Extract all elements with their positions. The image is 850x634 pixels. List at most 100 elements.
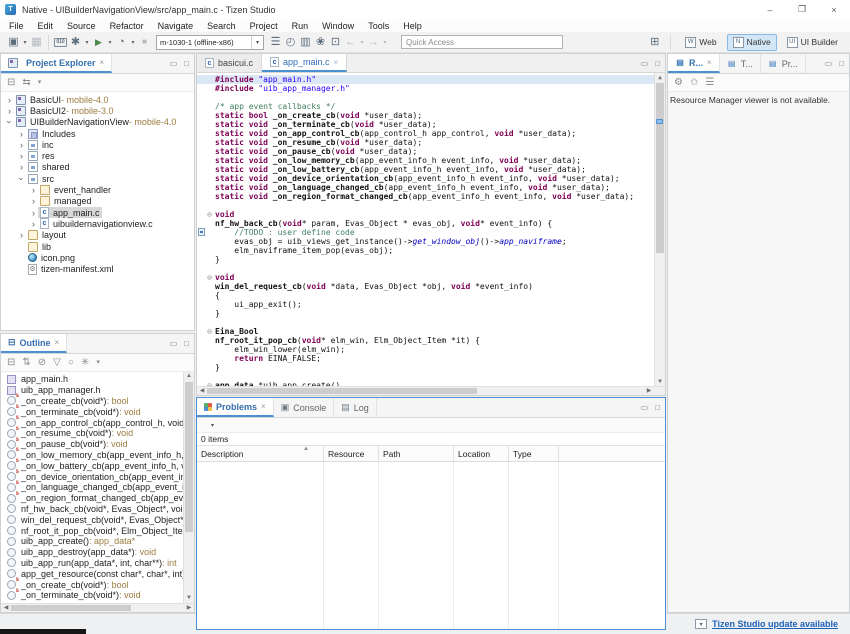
tree-item[interactable]: icon.png [1,252,194,263]
tab-console[interactable]: ▣Console [274,398,335,417]
expand-arrow-icon[interactable]: › [17,230,26,240]
minimize-panel-icon[interactable]: ▭ [170,59,178,68]
minimize-panel-icon[interactable]: ▭ [825,59,833,68]
tab-problems[interactable]: Problems× [197,398,274,417]
outline-item[interactable]: _on_language_changed_cb(app_event_info_h… [1,482,194,493]
close-tab-icon[interactable]: × [707,58,712,67]
code-editor[interactable]: #include "app_main.h"#include "uib_app_m… [197,73,665,386]
emulator-manager-button[interactable]: ☰ [268,34,283,51]
restore-window-icon[interactable]: ❐ [786,0,818,19]
outline-item[interactable]: win_del_request_cb(void*, Evas_Object*, … [1,514,194,525]
build-project-button[interactable]: 010 [53,34,68,51]
list-view-icon[interactable]: ☰ [705,78,714,88]
forward-dropdown-icon[interactable]: ▾ [381,39,389,46]
new-wizard-button[interactable]: ▣ [6,34,21,51]
outline-item[interactable]: _on_terminate_cb(void*) : void [1,590,194,601]
editor-horizontal-scrollbar[interactable]: ◀ ▶ [197,386,665,395]
back-dropdown-icon[interactable]: ▾ [358,39,366,46]
fold-marker-icon[interactable]: ⊖ [205,210,214,219]
outline-item[interactable]: _on_app_control_cb(app_control_h, void*)… [1,417,194,428]
expand-arrow-icon[interactable]: › [17,129,26,139]
outline-item[interactable]: nf_hw_back_cb(void*, Evas_Object*, void*… [1,504,194,515]
outline-item[interactable]: _on_create_cb(void*) : bool [1,579,194,590]
tree-item[interactable]: ›inc [1,139,194,150]
expand-arrow-icon[interactable]: › [29,208,38,218]
maximize-panel-icon[interactable]: □ [655,59,660,68]
outline-item[interactable]: uib_app_create() : app_data* [1,536,194,547]
profile-button[interactable]: ◔ [114,34,129,51]
menu-project[interactable]: Project [243,21,285,31]
minimize-panel-icon[interactable]: ▭ [641,59,649,68]
tree-item[interactable]: ›res [1,150,194,161]
collapse-all-icon[interactable]: ⊟ [7,358,15,368]
collapse-all-icon[interactable]: ⊟ [7,78,15,88]
outline-item[interactable]: uib_app_manager.h [1,385,194,396]
settings-gear-icon[interactable]: ⚙ [674,78,683,88]
maximize-panel-icon[interactable]: □ [184,339,189,348]
close-window-icon[interactable]: × [818,0,850,19]
outline-item[interactable]: _on_pause_cb(void*) : void [1,439,194,450]
outline-vertical-scrollbar[interactable]: ▲ ▼ [183,372,194,603]
close-tab-icon[interactable]: × [261,402,266,411]
column-header-path[interactable]: Path [379,446,454,461]
menu-help[interactable]: Help [396,21,429,31]
new-wizard-dropdown-icon[interactable]: ▾ [21,39,29,46]
device-selector-combo[interactable]: m-1030-1 (offline-x86) ▾ [156,35,264,50]
device-manager-button[interactable]: ⊡ [328,34,343,51]
tab-project-explorer[interactable]: Project Explorer × [1,54,112,73]
menu-navigate[interactable]: Navigate [151,21,201,31]
maximize-panel-icon[interactable]: □ [655,403,660,412]
perspective-button-native[interactable]: NNative [727,34,777,51]
tree-item[interactable]: ›event_handler [1,184,194,195]
tree-item[interactable]: ›layout [1,230,194,241]
problems-table-body[interactable] [197,462,665,629]
outline-item[interactable]: _on_resume_cb(void*) : void [1,428,194,439]
run-button[interactable]: ▶ [91,34,106,51]
outline-item[interactable]: _on_device_orientation_cb(app_event_info… [1,471,194,482]
expand-arrow-icon[interactable]: › [17,140,26,150]
expand-arrow-icon[interactable]: › [29,219,38,229]
minimize-window-icon[interactable]: – [754,0,786,19]
perspective-button-ui-builder[interactable]: UIUI Builder [781,34,844,51]
tree-item[interactable]: ⚙tizen-manifest.xml [1,263,194,274]
filters-icon[interactable]: ✳ [81,358,89,368]
tab-outline[interactable]: ⊟ Outline × [1,334,67,353]
menu-tools[interactable]: Tools [361,21,396,31]
tab-properties[interactable]: ▤Pr... [761,54,806,73]
maximize-panel-icon[interactable]: □ [184,59,189,68]
close-tab-icon[interactable]: × [55,338,60,347]
tree-item[interactable]: ›capp_main.c [1,207,194,218]
minimize-panel-icon[interactable]: ▭ [170,339,178,348]
menu-source[interactable]: Source [60,21,103,31]
column-header-type[interactable]: Type [509,446,559,461]
tree-item[interactable]: ›Includes [1,128,194,139]
scrollbar-thumb[interactable] [11,605,131,611]
debug-dropdown-icon[interactable]: ▾ [83,39,91,46]
outline-item[interactable]: _on_terminate_cb(void*) : void [1,406,194,417]
hide-non-public-icon[interactable]: ○ [68,358,74,368]
menu-window[interactable]: Window [315,21,361,31]
menu-refactor[interactable]: Refactor [103,21,151,31]
editor-tab-basicui.c[interactable]: cbasicui.c [197,54,262,72]
expand-arrow-icon[interactable]: › [5,118,15,127]
expand-arrow-icon[interactable]: › [17,151,26,161]
outline-item[interactable]: uib_app_run(app_data*, int, char**) : in… [1,558,194,569]
tab-resource-manager[interactable]: ▤R...× [668,54,720,73]
filter-dropdown-icon[interactable]: ▾ [211,422,214,429]
tab-tizen[interactable]: ▤T... [720,54,761,73]
tree-item[interactable]: ›src [1,173,194,184]
maximize-panel-icon[interactable]: □ [839,59,844,68]
expand-arrow-icon[interactable]: › [17,162,26,172]
minimize-panel-icon[interactable]: ▭ [641,403,649,412]
close-tab-icon[interactable]: × [334,58,339,67]
outline-item[interactable]: app_get_resource(const char*, char*, int… [1,568,194,579]
expand-arrow-icon[interactable]: › [5,95,14,105]
outline-item[interactable]: uib_app_destroy(app_data*) : void [1,547,194,558]
outline-item[interactable]: _on_region_format_changed_cb(app_event_i… [1,493,194,504]
expand-arrow-icon[interactable]: › [29,196,38,206]
hide-static-members-icon[interactable]: ▽ [53,358,61,368]
expand-arrow-icon[interactable]: › [5,106,14,116]
tree-item[interactable]: ›managed [1,196,194,207]
profile-dropdown-icon[interactable]: ▾ [129,39,137,46]
outline-item[interactable]: _on_low_battery_cb(app_event_info_h, voi… [1,460,194,471]
